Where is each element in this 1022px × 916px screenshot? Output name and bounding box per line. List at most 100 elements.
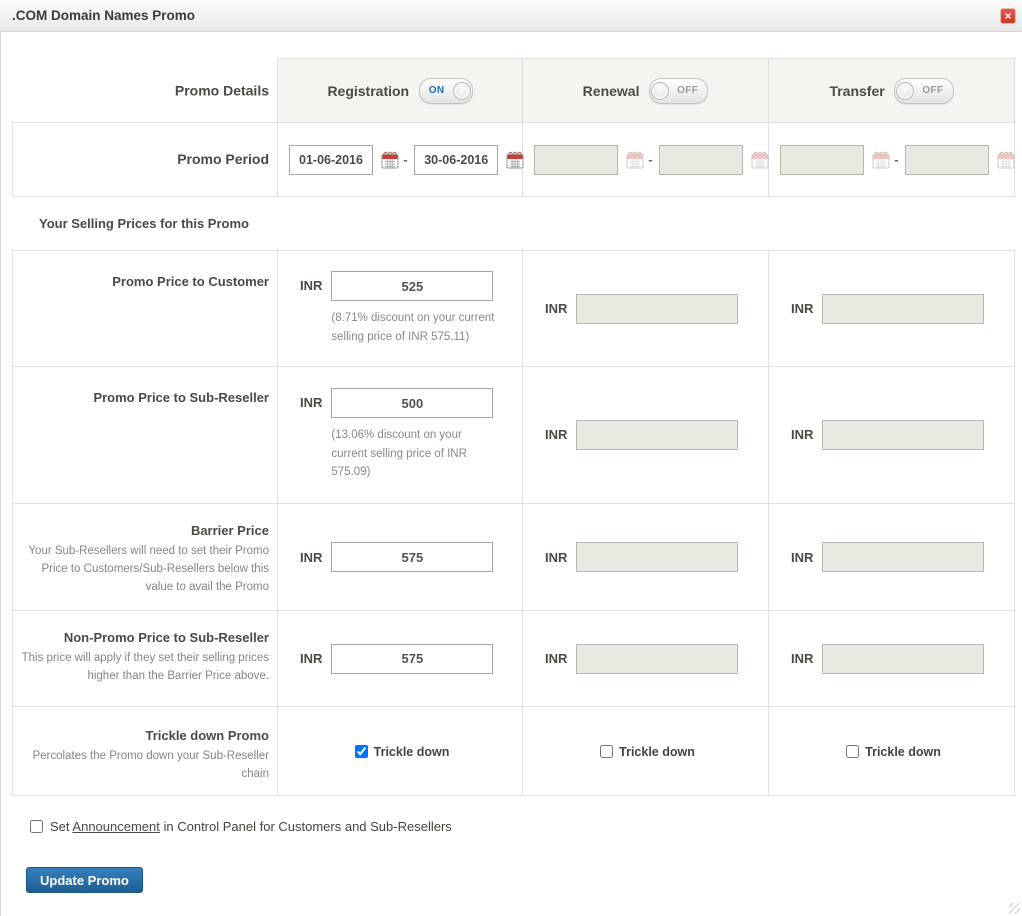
renewal-header-cell: Renewal OFF [522, 58, 769, 123]
currency-label: INR [791, 549, 814, 565]
currency-label: INR [791, 300, 814, 316]
registration-barrier-price-cell: INR [277, 503, 523, 611]
transfer-period-to-input [905, 144, 990, 175]
transfer-barrier-price-input [822, 542, 985, 572]
registration-trickle-cell: Trickle down [277, 706, 523, 796]
transfer-toggle[interactable]: OFF [894, 77, 954, 104]
promo-table: Promo Details Registration ON Renewal OF… [12, 58, 1015, 796]
trickle-checkbox-label: Trickle down [619, 744, 695, 759]
registration-toggle-state: ON [428, 85, 445, 96]
calendar-icon[interactable] [381, 151, 399, 169]
renewal-toggle[interactable]: OFF [649, 77, 709, 104]
registration-non-promo-price-input[interactable] [331, 643, 494, 674]
transfer-customer-price-cell: INR [768, 250, 1015, 367]
registration-period-to-input[interactable] [414, 144, 499, 175]
toggle-knob-icon [651, 81, 670, 100]
registration-customer-price-cell: INR (8.71% discount on your current sell… [277, 250, 523, 367]
renewal-customer-price-input [576, 293, 739, 324]
renewal-label: Renewal [582, 82, 640, 99]
transfer-period-from-input [780, 144, 864, 175]
announcement-link[interactable]: Announcement [72, 819, 159, 834]
barrier-price-label-cell: Barrier Price Your Sub-Resellers will ne… [12, 503, 278, 611]
sub-reseller-discount-note: (13.06% discount on your current selling… [331, 429, 467, 479]
registration-non-promo-price-cell: INR [277, 610, 523, 707]
transfer-period-cell: - [768, 122, 1015, 197]
toggle-knob-icon [452, 81, 471, 100]
transfer-trickle-option[interactable]: Trickle down [842, 744, 941, 759]
trickle-down-label: Trickle down Promo [145, 728, 269, 743]
modal-titlebar: .COM Domain Names Promo [0, 0, 1022, 32]
announcement-text-prefix: Set [50, 819, 73, 834]
registration-label: Registration [327, 82, 410, 99]
registration-trickle-option[interactable]: Trickle down [351, 744, 450, 759]
registration-sub-reseller-price-input[interactable] [331, 388, 494, 419]
renewal-trickle-checkbox[interactable] [600, 744, 614, 758]
calendar-icon [997, 151, 1015, 169]
registration-trickle-checkbox[interactable] [354, 744, 368, 758]
currency-label: INR [300, 651, 323, 666]
trickle-checkbox-label: Trickle down [373, 744, 450, 759]
close-icon[interactable]: × [1000, 8, 1016, 24]
registration-period-from-input[interactable] [289, 144, 373, 175]
trickle-down-label-cell: Trickle down Promo Percolates the Promo … [12, 706, 278, 796]
registration-sub-reseller-price-cell: INR (13.06% discount on your current sel… [277, 366, 523, 504]
renewal-trickle-cell: Trickle down [522, 706, 769, 796]
customer-price-label: Promo Price to Customer [112, 274, 269, 289]
registration-header-cell: Registration ON [277, 58, 523, 123]
registration-period-cell: - [277, 122, 524, 197]
currency-label: INR [300, 278, 323, 294]
update-promo-button[interactable]: Update Promo [26, 867, 143, 893]
date-range-separator: - [648, 152, 653, 167]
renewal-period-to-input [659, 144, 744, 175]
currency-label: INR [300, 395, 323, 411]
transfer-toggle-state: OFF [922, 85, 944, 96]
renewal-period-cell: - [522, 122, 769, 197]
currency-label: INR [545, 651, 568, 666]
registration-barrier-price-input[interactable] [331, 542, 494, 572]
calendar-icon [626, 151, 644, 169]
announcement-checkbox[interactable] [30, 820, 43, 833]
resize-grip[interactable] [1009, 903, 1020, 914]
currency-label: INR [545, 549, 568, 565]
currency-label: INR [791, 651, 814, 666]
announcement-row: Set Announcement in Control Panel for Cu… [26, 817, 1014, 836]
customer-discount-note: (8.71% discount on your current selling … [331, 312, 495, 343]
registration-customer-price-input[interactable] [331, 271, 494, 302]
promo-details-header: Promo Details [12, 58, 278, 123]
customer-price-label-cell: Promo Price to Customer [12, 250, 278, 367]
non-promo-price-label: Non-Promo Price to Sub-Reseller [63, 630, 269, 645]
renewal-toggle-state: OFF [677, 85, 699, 96]
table-header-row: Promo Details Registration ON Renewal OF… [12, 58, 1015, 123]
trickle-down-description: Percolates the Promo down your Sub-Resel… [32, 750, 269, 780]
modal-body: Promo Details Registration ON Renewal OF… [0, 32, 1022, 893]
renewal-barrier-price-input [576, 542, 739, 572]
sub-reseller-price-row: Promo Price to Sub-Reseller INR (13.06% … [12, 366, 1015, 504]
renewal-sub-reseller-price-cell: INR [522, 366, 769, 504]
transfer-barrier-price-cell: INR [768, 503, 1015, 611]
selling-prices-section-header: Your Selling Prices for this Promo [12, 196, 1015, 251]
sub-reseller-price-label: Promo Price to Sub-Reseller [93, 390, 269, 405]
date-range-separator: - [894, 152, 899, 167]
transfer-header-cell: Transfer OFF [768, 58, 1015, 123]
renewal-non-promo-price-input [576, 643, 739, 674]
promo-period-label-cell: Promo Period [12, 122, 278, 197]
barrier-price-description: Your Sub-Resellers will need to set thei… [28, 545, 269, 593]
customer-price-row: Promo Price to Customer INR (8.71% disco… [12, 250, 1015, 367]
renewal-trickle-option[interactable]: Trickle down [596, 744, 695, 759]
registration-toggle[interactable]: ON [418, 77, 473, 104]
promo-period-label: Promo Period [177, 150, 269, 167]
toggle-knob-icon [896, 81, 915, 100]
barrier-price-row: Barrier Price Your Sub-Resellers will ne… [12, 503, 1015, 611]
calendar-icon [872, 151, 890, 169]
modal-title: .COM Domain Names Promo [12, 8, 196, 23]
trickle-down-row: Trickle down Promo Percolates the Promo … [12, 706, 1015, 796]
announcement-text-suffix: in Control Panel for Customers and Sub-R… [159, 819, 452, 834]
renewal-customer-price-cell: INR [522, 250, 769, 367]
transfer-sub-reseller-price-input [822, 420, 985, 450]
non-promo-price-label-cell: Non-Promo Price to Sub-Reseller This pri… [12, 610, 278, 707]
calendar-icon[interactable] [506, 151, 524, 169]
date-range-separator: - [403, 152, 408, 167]
renewal-sub-reseller-price-input [576, 420, 739, 450]
promo-period-row: Promo Period - - - [12, 122, 1015, 197]
transfer-trickle-checkbox[interactable] [846, 744, 860, 758]
